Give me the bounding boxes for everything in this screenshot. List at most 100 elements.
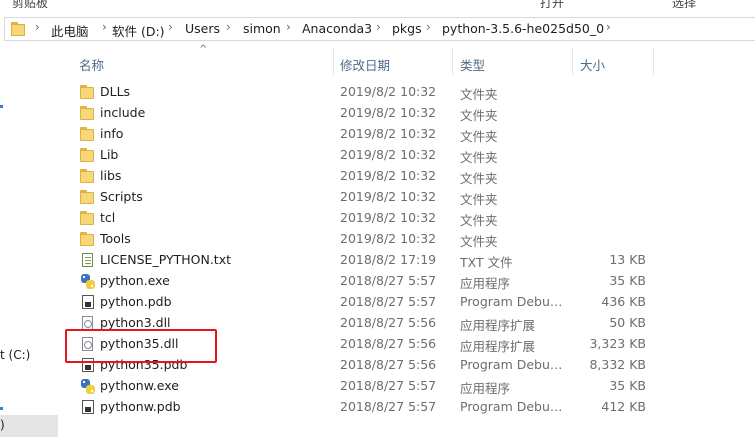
file-name: libs [100,168,122,183]
file-row[interactable]: include 2019/8/2 10:32 文件夹 [0,103,755,124]
chevron-right-icon[interactable]: › [426,20,431,34]
file-name: tcl [100,210,116,225]
file-row[interactable]: python.pdb 2018/8/27 5:57 Program Debug...… [0,292,755,313]
file-date: 2019/8/2 10:32 [340,231,437,246]
file-date: 2018/8/27 5:57 [340,294,437,309]
chevron-right-icon[interactable]: › [606,20,611,34]
file-row[interactable]: pythonw.exe 2018/8/27 5:57 应用程序 35 KB [0,376,755,397]
python-icon [80,274,96,290]
column-header-name[interactable]: 名称 [79,55,104,74]
file-row[interactable]: pythonw.pdb 2018/8/27 5:57 Program Debug..… [0,397,755,418]
folder-icon [80,169,96,185]
pdb-file-icon [82,295,94,309]
column-divider[interactable] [452,48,453,75]
file-date: 2018/8/27 5:56 [340,336,437,351]
file-date: 2019/8/2 10:32 [340,105,437,120]
file-row[interactable]: libs 2019/8/2 10:32 文件夹 [0,166,755,187]
file-name: Tools [100,231,131,246]
column-header-type[interactable]: 类型 [460,55,485,74]
ribbon-select-label[interactable]: 选择 [672,0,696,8]
file-name: Lib [100,147,119,162]
file-type: 文件夹 [460,129,498,144]
file-type: Program Debug... [460,399,568,414]
file-name: info [100,126,124,141]
chevron-right-icon[interactable]: › [226,20,231,34]
sort-ascending-icon: ^ [199,44,208,55]
file-row[interactable]: Lib 2019/8/2 10:32 文件夹 [0,145,755,166]
file-type: 文件夹 [460,171,498,186]
column-header-size[interactable]: 大小 [580,55,605,74]
file-size: 436 KB [601,294,646,309]
ribbon-clipboard-label: 剪贴板 [12,0,49,8]
file-name: python3.dll [100,315,171,330]
file-type: 应用程序 [460,276,511,291]
file-row[interactable]: Scripts 2019/8/2 10:32 文件夹 [0,187,755,208]
file-row[interactable]: python.exe 2018/8/27 5:57 应用程序 35 KB [0,271,755,292]
file-size: 8,332 KB [589,357,646,372]
column-header-date[interactable]: 修改日期 [340,55,390,74]
file-size: 35 KB [609,378,646,393]
folder-icon [80,127,96,143]
address-bar-row: › 此电脑 › 软件 (D:) › Users › simon › Anacon… [0,15,755,45]
folder-icon [80,211,96,227]
file-date: 2018/8/27 5:57 [340,399,437,414]
column-divider[interactable] [572,48,573,75]
file-row[interactable]: Tools 2019/8/2 10:32 文件夹 [0,229,755,250]
ribbon-open-label[interactable]: 打开 [540,0,564,8]
file-size: 412 KB [601,399,646,414]
file-type: Program Debug... [460,357,568,372]
breadcrumb-users[interactable]: Users [185,21,220,36]
file-date: 2018/8/27 5:56 [340,357,437,372]
file-type: 文件夹 [460,234,498,249]
file-name: python.exe [100,273,170,288]
highlight-box [65,329,217,363]
column-header-row: ^ 名称 修改日期 类型 大小 [62,44,755,77]
file-date: 2018/8/27 5:57 [340,273,437,288]
file-name: pythonw.pdb [100,399,181,414]
file-type: TXT 文件 [460,255,513,270]
breadcrumb-this-pc[interactable]: 此电脑 [51,21,89,40]
breadcrumb-drive-d[interactable]: 软件 (D:) [112,21,165,40]
file-size: 13 KB [609,252,646,267]
breadcrumb-pkgs[interactable]: pkgs [392,21,422,36]
column-divider[interactable] [653,48,654,75]
breadcrumb-python-package[interactable]: python-3.5.6-he025d50_0 [442,21,604,36]
folder-icon [80,85,96,101]
file-size: 3,323 KB [589,336,646,351]
file-type: 文件夹 [460,108,498,123]
chevron-right-icon[interactable]: › [35,20,40,34]
nav-item-selected[interactable]: ) [0,415,58,437]
column-divider[interactable] [333,48,334,75]
breadcrumb-anaconda3[interactable]: Anaconda3 [302,21,372,36]
file-row[interactable]: tcl 2019/8/2 10:32 文件夹 [0,208,755,229]
file-type: 文件夹 [460,150,498,165]
file-type: Program Debug... [460,294,568,309]
chevron-right-icon[interactable]: › [286,20,291,34]
address-bar[interactable]: › 此电脑 › 软件 (D:) › Users › simon › Anacon… [4,17,755,41]
file-type: 文件夹 [460,192,498,207]
file-name: LICENSE_PYTHON.txt [100,252,232,267]
file-name: DLLs [100,84,131,99]
text-file-icon [82,253,93,267]
chevron-right-icon[interactable]: › [168,20,173,34]
chevron-right-icon[interactable]: › [376,20,381,34]
folder-icon [80,190,96,206]
file-date: 2018/8/27 5:56 [340,315,437,330]
chevron-right-icon[interactable]: › [102,20,107,34]
folder-icon [11,22,27,36]
breadcrumb-simon[interactable]: simon [243,21,281,36]
dll-file-icon [82,316,93,330]
file-type: 文件夹 [460,213,498,228]
file-size: 50 KB [609,315,646,330]
file-type: 应用程序 [460,381,511,396]
file-name: pythonw.exe [100,378,179,393]
file-row[interactable]: LICENSE_PYTHON.txt 2018/8/2 17:19 TXT 文件 13… [0,250,755,271]
file-row[interactable]: info 2019/8/2 10:32 文件夹 [0,124,755,145]
file-row[interactable]: DLLs 2019/8/2 10:32 文件夹 [0,82,755,103]
file-date: 2019/8/2 10:32 [340,210,437,225]
ribbon-strip: 剪贴板 打开 选择 [0,0,755,8]
file-name: python.pdb [100,294,172,309]
file-type: 应用程序扩展 [460,318,536,333]
file-date: 2018/8/2 17:19 [340,252,437,267]
folder-icon [80,106,96,122]
